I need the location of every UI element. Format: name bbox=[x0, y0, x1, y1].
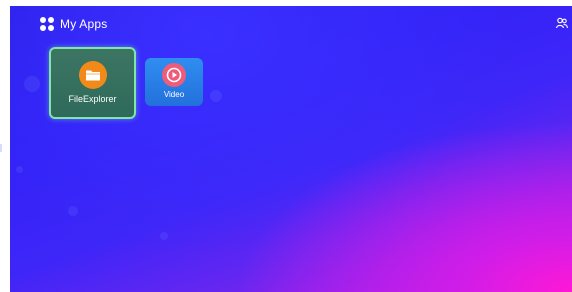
app-tile-video[interactable]: Video bbox=[145, 58, 203, 106]
background-bokeh bbox=[210, 90, 222, 102]
page-title: My Apps bbox=[60, 17, 108, 31]
launcher-screen: My Apps FileExplorer Video bbox=[10, 6, 572, 292]
background-bokeh bbox=[16, 166, 23, 173]
header: My Apps bbox=[40, 16, 107, 32]
user-icon[interactable] bbox=[556, 16, 568, 29]
folder-icon bbox=[78, 61, 107, 89]
app-label: Video bbox=[163, 90, 185, 99]
edge-indicator bbox=[0, 144, 2, 152]
play-icon bbox=[162, 63, 186, 87]
background-bokeh bbox=[24, 76, 40, 92]
app-label: FileExplorer bbox=[68, 94, 117, 104]
background-bokeh bbox=[68, 206, 78, 216]
apps-icon bbox=[40, 17, 54, 31]
app-tile-fileexplorer[interactable]: FileExplorer bbox=[49, 47, 136, 119]
background-bokeh bbox=[160, 232, 168, 240]
